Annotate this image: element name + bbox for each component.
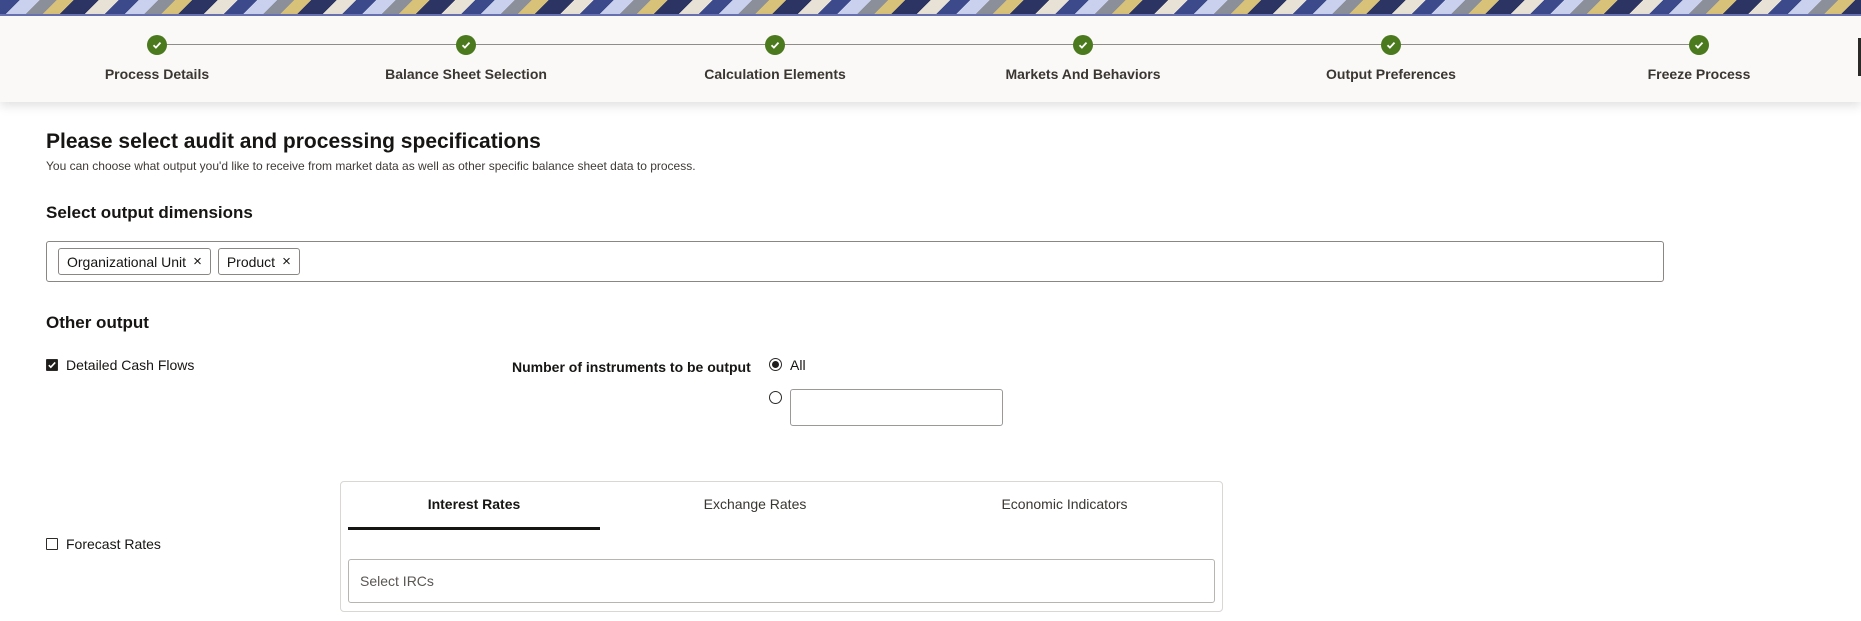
check-icon <box>1689 35 1709 55</box>
tab-interest-rates[interactable]: Interest Rates <box>348 496 600 530</box>
header-banner <box>0 0 1861 14</box>
other-output-heading: Other output <box>46 313 149 332</box>
train-step-label: Calculation Elements <box>704 66 846 82</box>
chip-product: Product × <box>217 248 300 275</box>
check-icon <box>1073 35 1093 55</box>
remove-chip-icon[interactable]: × <box>282 254 291 269</box>
check-icon <box>765 35 785 55</box>
tab-label: Economic Indicators <box>1001 496 1128 512</box>
train-step-markets-and-behaviors[interactable]: Markets And Behaviors <box>973 35 1193 82</box>
process-train: Process Details Balance Sheet Selection … <box>0 16 1861 102</box>
forecast-rates-checkbox[interactable]: Forecast Rates <box>46 536 161 552</box>
page-subtitle: You can choose what output you'd like to… <box>46 159 696 173</box>
train-step-output-preferences[interactable]: Output Preferences <box>1281 35 1501 82</box>
checkbox-label: Forecast Rates <box>66 536 161 552</box>
detailed-cash-flows-checkbox[interactable]: Detailed Cash Flows <box>46 357 194 373</box>
train-step-freeze-process[interactable]: Freeze Process <box>1589 35 1809 82</box>
output-dimensions-heading: Select output dimensions <box>46 203 253 222</box>
instruments-count-input[interactable] <box>790 389 1003 426</box>
radio-all[interactable] <box>769 358 782 371</box>
check-icon <box>456 35 476 55</box>
train-step-label: Markets And Behaviors <box>1005 66 1161 82</box>
irc-select-input[interactable] <box>348 559 1215 603</box>
instruments-count-label: Number of instruments to be output <box>512 359 751 375</box>
chip-label: Product <box>226 253 276 270</box>
radio-custom-count[interactable] <box>769 391 782 404</box>
checkbox-label: Detailed Cash Flows <box>66 357 195 373</box>
train-step-label: Output Preferences <box>1326 66 1456 82</box>
page-title: Please select audit and processing speci… <box>46 130 541 153</box>
train-step-calculation-elements[interactable]: Calculation Elements <box>665 35 885 82</box>
tab-label: Exchange Rates <box>703 496 807 512</box>
train-step-balance-sheet-selection[interactable]: Balance Sheet Selection <box>356 35 576 82</box>
train-step-label: Freeze Process <box>1647 66 1751 82</box>
radio-all-label: All <box>790 357 806 373</box>
rates-panel: Interest Rates Exchange Rates Economic I… <box>340 481 1223 612</box>
tab-label: Interest Rates <box>427 496 521 512</box>
check-icon <box>1381 35 1401 55</box>
train-step-label: Process Details <box>104 66 210 82</box>
output-dimensions-select[interactable]: Organizational Unit × Product × <box>46 241 1664 282</box>
checkbox-checked-icon[interactable] <box>46 359 58 371</box>
tab-exchange-rates[interactable]: Exchange Rates <box>600 496 910 530</box>
check-icon <box>147 35 167 55</box>
train-step-label: Balance Sheet Selection <box>385 66 547 82</box>
tab-economic-indicators[interactable]: Economic Indicators <box>910 496 1219 530</box>
chip-label: Organizational Unit <box>67 253 187 270</box>
remove-chip-icon[interactable]: × <box>193 254 202 269</box>
train-step-process-details[interactable]: Process Details <box>47 35 267 82</box>
checkbox-unchecked-icon[interactable] <box>46 538 58 550</box>
chip-organizational-unit: Organizational Unit × <box>58 248 211 275</box>
